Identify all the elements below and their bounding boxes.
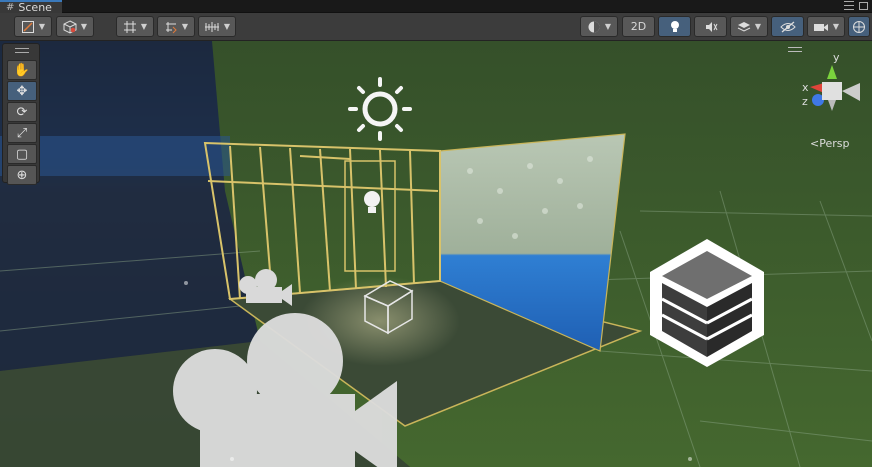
rect-tool-button[interactable]: ▢ — [7, 144, 37, 164]
hand-icon: ✋ — [13, 62, 31, 78]
effects-stack-icon — [737, 21, 751, 32]
audio-toggle[interactable] — [694, 16, 727, 37]
tab-bar: # Scene — [0, 0, 872, 14]
move-tool-button[interactable]: ✥ — [7, 81, 37, 101]
transform-tool-button[interactable]: ⊕ — [7, 165, 37, 185]
chevron-down-icon: ▼ — [754, 22, 762, 31]
scale-tool-button[interactable]: ⤢ — [7, 123, 37, 143]
gizmo-center — [822, 82, 842, 100]
scene-canvas — [0, 41, 872, 467]
projection-label: Persp — [819, 137, 850, 150]
mode-2d-label: 2D — [630, 20, 647, 33]
camera-dropdown[interactable]: ▼ — [807, 16, 845, 37]
chevron-down-icon: ▼ — [604, 22, 612, 31]
move-icon: ✥ — [16, 83, 28, 99]
cube-icon — [63, 19, 77, 34]
rotate-tool-button[interactable]: ⟳ — [7, 102, 37, 122]
chevron-left-icon: < — [810, 137, 820, 150]
increment-snap-icon — [165, 21, 177, 33]
tab-scene-label: Scene — [18, 1, 52, 14]
maximize-icon[interactable] — [859, 2, 868, 10]
draw-mode-dropdown[interactable]: ▼ — [14, 16, 52, 37]
gizmo-z-label: z — [802, 95, 808, 108]
grid-ruler-icon — [204, 21, 219, 32]
chevron-down-icon: ▼ — [223, 22, 231, 31]
gizmo-neg-x — [842, 83, 860, 101]
gizmo-neg-y — [828, 100, 836, 111]
increment-snap-dropdown[interactable]: ▼ — [157, 16, 195, 37]
gizmos-toggle[interactable] — [848, 16, 870, 37]
bulb-icon — [670, 20, 679, 32]
grid-ruler-dropdown[interactable]: ▼ — [198, 16, 236, 37]
palette-grip-icon[interactable] — [15, 48, 29, 53]
chevron-down-icon: ▼ — [80, 22, 88, 31]
gizmo-y-label: y — [833, 51, 840, 64]
tool-palette: ✋ ✥ ⟳ ⤢ ▢ ⊕ — [2, 43, 40, 185]
scene-toolbar: ▼ ▼ ▼ ▼ ▼ ▼ 2D ▼ ▼ — [0, 13, 872, 41]
render-mode-dropdown[interactable]: ▼ — [56, 16, 94, 37]
chevron-down-icon: ▼ — [832, 22, 840, 31]
rect-icon: ▢ — [15, 146, 29, 162]
hand-tool-button[interactable]: ✋ — [7, 60, 37, 80]
tab-scene[interactable]: # Scene — [0, 0, 62, 14]
audio-icon — [705, 21, 717, 32]
transform-icon: ⊕ — [16, 167, 28, 183]
shaded-mode-icon — [21, 20, 34, 33]
scale-icon: ⤢ — [16, 125, 28, 141]
gizmo-x-axis — [810, 83, 824, 93]
snap-grid-icon — [123, 20, 136, 33]
effects-dropdown[interactable]: ▼ — [730, 16, 768, 37]
gizmo-icon — [853, 20, 865, 33]
scene-viewport[interactable]: ✋ ✥ ⟳ ⤢ ▢ ⊕ y x z <Persp — [0, 41, 872, 467]
lighting-toggle[interactable] — [658, 16, 691, 37]
projection-toggle[interactable]: <Persp — [810, 137, 849, 150]
eye-hidden-icon — [779, 21, 796, 32]
chevron-down-icon: ▼ — [38, 22, 46, 31]
sphere-shading-icon — [588, 21, 600, 32]
chevron-down-icon: ▼ — [140, 22, 148, 31]
hash-icon: # — [6, 2, 15, 13]
gizmo-y-axis — [827, 65, 837, 79]
mode-2d-button[interactable]: 2D — [622, 16, 655, 37]
camera-icon — [813, 23, 828, 31]
orientation-gizmo[interactable]: y x z — [796, 49, 868, 119]
gizmo-x-label: x — [802, 81, 809, 94]
visibility-toggle[interactable] — [771, 16, 804, 37]
chevron-down-icon: ▼ — [181, 22, 189, 31]
grid-snap-dropdown[interactable]: ▼ — [116, 16, 154, 37]
rotate-icon: ⟳ — [16, 104, 28, 120]
shading-dropdown[interactable]: ▼ — [580, 16, 618, 37]
tab-menu-icon[interactable] — [844, 1, 854, 10]
